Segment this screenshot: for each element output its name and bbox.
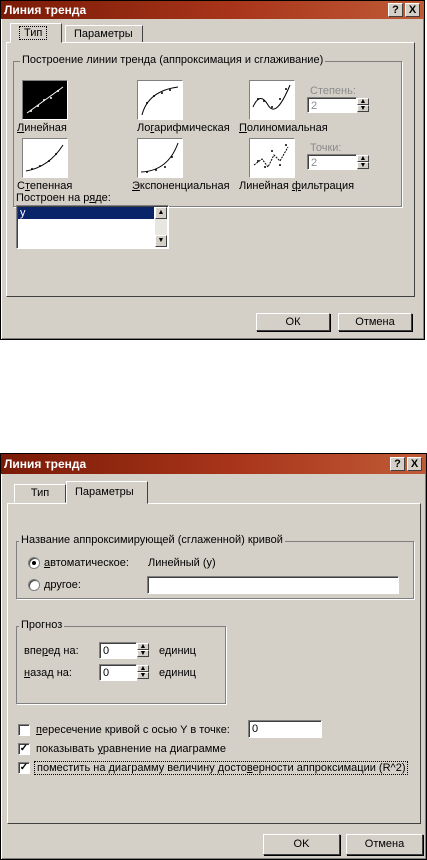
- backward-units: единиц: [159, 667, 196, 679]
- polynomial-type-label[interactable]: Полиномиальная: [239, 122, 328, 134]
- other-name-input[interactable]: [147, 576, 399, 594]
- help-button[interactable]: ?: [390, 457, 405, 471]
- show-r2-checkbox[interactable]: ✓: [18, 762, 30, 774]
- scroll-down-icon[interactable]: ▼: [155, 235, 167, 247]
- power-type-thumbnail[interactable]: [22, 138, 68, 178]
- tab-type[interactable]: Тип: [10, 23, 62, 43]
- trendline-dialog-type: Линия тренда ? X Тип Параметры Построени…: [0, 0, 425, 340]
- polynomial-type-thumbnail[interactable]: [249, 80, 295, 120]
- cancel-button[interactable]: Отмена: [338, 313, 412, 331]
- series-item[interactable]: y: [18, 207, 154, 219]
- intercept-checkbox[interactable]: [18, 724, 30, 736]
- points-input[interactable]: 2: [307, 154, 357, 170]
- cancel-button[interactable]: Отмена: [346, 834, 423, 855]
- power-type-label[interactable]: Степенная: [17, 180, 72, 192]
- moving-average-type-thumbnail[interactable]: [249, 138, 295, 178]
- forward-spinner[interactable]: ▲ ▼: [137, 643, 149, 657]
- tab-type[interactable]: Тип: [14, 484, 66, 503]
- group-label: Построение линии тренда (аппроксимация и…: [20, 54, 326, 66]
- help-button[interactable]: ?: [388, 3, 403, 17]
- auto-name-value: Линейный (y): [148, 557, 216, 569]
- exponential-type-label[interactable]: Экспоненциальная: [132, 180, 230, 192]
- close-button[interactable]: X: [405, 3, 420, 17]
- auto-name-label[interactable]: автоматическое:: [44, 557, 129, 569]
- exponential-type-thumbnail[interactable]: [137, 138, 183, 178]
- tab-parameters[interactable]: Параметры: [66, 481, 148, 504]
- moving-average-type-label[interactable]: Линейная фильтрация: [239, 180, 354, 192]
- title-bar[interactable]: Линия тренда ? X: [1, 1, 424, 19]
- logarithmic-type-thumbnail[interactable]: [137, 80, 183, 120]
- tab-panel: Название аппроксимирующей (сглаженной) к…: [7, 503, 421, 824]
- backward-spinner[interactable]: ▲ ▼: [137, 665, 149, 679]
- trendline-dialog-parameters: Линия тренда ? X Тип Параметры Название …: [0, 453, 427, 860]
- degree-input[interactable]: 2: [307, 97, 357, 113]
- backward-input[interactable]: 0: [99, 664, 137, 681]
- logarithmic-type-label[interactable]: Логарифмическая: [137, 122, 230, 134]
- ok-button[interactable]: ОК: [256, 313, 330, 331]
- tab-panel: Построение линии тренда (аппроксимация и…: [6, 42, 415, 297]
- forward-input[interactable]: 0: [99, 642, 137, 659]
- degree-spinner[interactable]: ▲ ▼: [357, 98, 369, 112]
- series-label: Построен на ряде:: [16, 192, 111, 204]
- scroll-up-icon[interactable]: ▲: [155, 207, 167, 219]
- group-label: Название аппроксимирующей (сглаженной) к…: [19, 534, 285, 546]
- forward-label: вперед на:: [24, 645, 79, 657]
- points-label: Точки:: [310, 142, 342, 154]
- other-name-radio[interactable]: [28, 579, 40, 591]
- forward-units: единиц: [159, 645, 196, 657]
- dialog-title: Линия тренда: [4, 3, 87, 17]
- series-listbox[interactable]: y ▲ ▼: [16, 205, 169, 249]
- show-equation-checkbox[interactable]: ✓: [18, 743, 30, 755]
- title-bar[interactable]: Линия тренда ? X: [1, 454, 426, 474]
- ok-button[interactable]: OK: [263, 834, 340, 855]
- group-label: Прогноз: [19, 619, 65, 631]
- show-equation-label[interactable]: показывать уравнение на диаграмме: [36, 743, 226, 755]
- intercept-label[interactable]: пересечение кривой с осью Y в точке:: [36, 724, 230, 736]
- show-r2-label[interactable]: поместить на диаграмму величину достовер…: [34, 761, 409, 775]
- backward-label: назад на:: [24, 667, 72, 679]
- linear-type-label[interactable]: Линейная: [17, 122, 67, 134]
- intercept-input[interactable]: 0: [248, 720, 322, 738]
- points-spinner[interactable]: ▲ ▼: [357, 155, 369, 169]
- linear-type-thumbnail[interactable]: [22, 80, 68, 120]
- dialog-title: Линия тренда: [4, 457, 87, 471]
- other-name-label[interactable]: другое:: [44, 579, 81, 591]
- tab-parameters[interactable]: Параметры: [65, 25, 143, 43]
- degree-label: Степень:: [310, 85, 356, 97]
- series-scrollbar[interactable]: ▲ ▼: [155, 207, 167, 247]
- auto-name-radio[interactable]: [28, 557, 40, 569]
- close-button[interactable]: X: [407, 457, 422, 471]
